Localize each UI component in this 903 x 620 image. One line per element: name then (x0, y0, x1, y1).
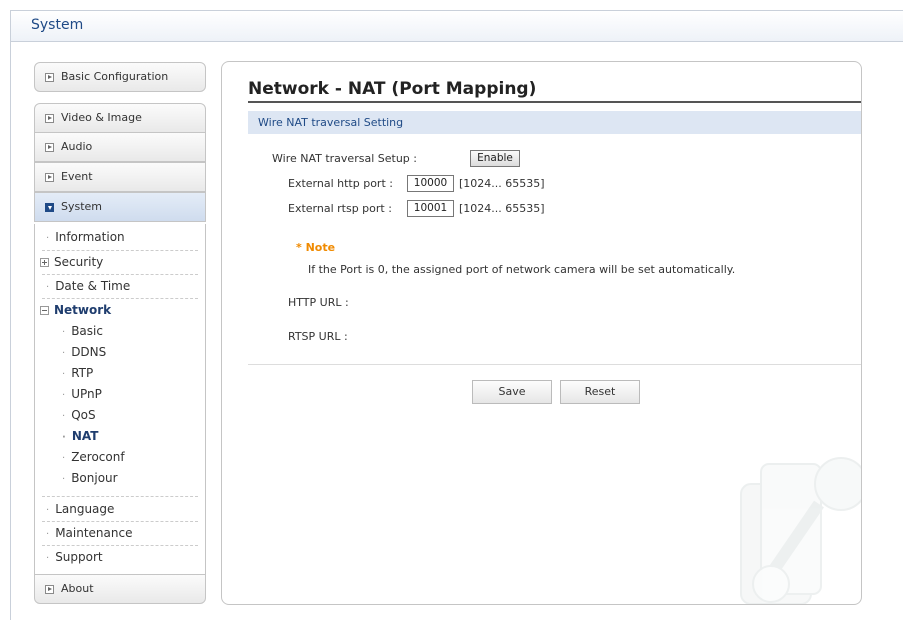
http-port-range: [1024... 65535] (459, 177, 545, 190)
reset-button[interactable]: Reset (560, 380, 640, 404)
divider (42, 521, 198, 522)
divider (42, 545, 198, 546)
expand-plus-icon (40, 258, 49, 267)
sidebar-basic-configuration[interactable]: Basic Configuration (34, 62, 206, 92)
note-title: * Note (296, 241, 336, 254)
expand-arrow-icon (45, 173, 54, 182)
expand-arrow-icon (45, 143, 54, 152)
page-title: Network - NAT (Port Mapping) (248, 79, 537, 99)
sidebar-item-information[interactable]: · Information (46, 230, 125, 244)
section-header: Wire NAT traversal Setting (248, 111, 861, 134)
collapse-minus-icon (40, 306, 49, 315)
expand-arrow-icon (45, 114, 54, 123)
sidebar-item-network[interactable]: Network (40, 303, 111, 317)
rtsp-url-label: RTSP URL : (288, 330, 348, 343)
http-url-label: HTTP URL : (288, 296, 349, 309)
section-title: Wire NAT traversal Setting (258, 116, 404, 129)
sidebar-system[interactable]: System (34, 192, 206, 222)
nat-setup-label: Wire NAT traversal Setup : (272, 152, 417, 165)
sidebar-label: About (61, 582, 94, 595)
sidebar-subitem-zeroconf[interactable]: · Zeroconf (62, 450, 125, 464)
sidebar-item-language[interactable]: · Language (46, 502, 114, 516)
divider (42, 496, 198, 497)
sidebar-subitem-ddns[interactable]: · DDNS (62, 345, 106, 359)
sidebar-label: Event (61, 170, 93, 183)
enable-button[interactable]: Enable (470, 150, 520, 167)
collapse-arrow-icon (45, 203, 54, 212)
divider (248, 364, 861, 365)
sidebar-label: Audio (61, 140, 93, 153)
save-button[interactable]: Save (472, 380, 552, 404)
sidebar-item-support[interactable]: · Support (46, 550, 103, 564)
sidebar-label: System (61, 200, 103, 213)
sidebar-about[interactable]: About (34, 574, 206, 604)
sidebar-item-date-time[interactable]: · Date & Time (46, 279, 130, 293)
sidebar-item-security[interactable]: Security (40, 255, 103, 269)
note-text: If the Port is 0, the assigned port of n… (308, 263, 736, 276)
sidebar-subitem-bonjour[interactable]: · Bonjour (62, 471, 118, 485)
expand-arrow-icon (45, 73, 54, 82)
sidebar-label: Basic Configuration (61, 70, 169, 83)
divider (42, 298, 198, 299)
sidebar-event[interactable]: Event (34, 162, 206, 192)
sidebar-audio[interactable]: Audio (34, 132, 206, 162)
camera-tools-watermark-icon (740, 457, 861, 604)
sidebar-label: Video & Image (61, 111, 142, 124)
rtsp-port-input[interactable]: 10001 (407, 200, 454, 217)
sidebar-subitem-basic[interactable]: · Basic (62, 324, 103, 338)
sidebar-subitem-qos[interactable]: · QoS (62, 408, 96, 422)
expand-arrow-icon (45, 585, 54, 594)
divider (42, 274, 198, 275)
top-header-bar: System (10, 10, 903, 42)
page-header-title: System (31, 17, 84, 33)
sidebar-video-image[interactable]: Video & Image (34, 103, 206, 133)
rtsp-port-range: [1024... 65535] (459, 202, 545, 215)
sidebar-item-maintenance[interactable]: · Maintenance (46, 526, 132, 540)
http-port-label: External http port : (288, 177, 393, 190)
sidebar-subitem-nat[interactable]: · NAT (62, 429, 98, 443)
page-left-border (10, 42, 11, 620)
sidebar-subitem-upnp[interactable]: · UPnP (62, 387, 102, 401)
title-underline (248, 101, 861, 103)
rtsp-port-label: External rtsp port : (288, 202, 392, 215)
http-port-input[interactable]: 10000 (407, 175, 454, 192)
main-content-panel: Network - NAT (Port Mapping) Wire NAT tr… (221, 61, 862, 605)
sidebar-subitem-rtp[interactable]: · RTP (62, 366, 93, 380)
divider (42, 250, 198, 251)
